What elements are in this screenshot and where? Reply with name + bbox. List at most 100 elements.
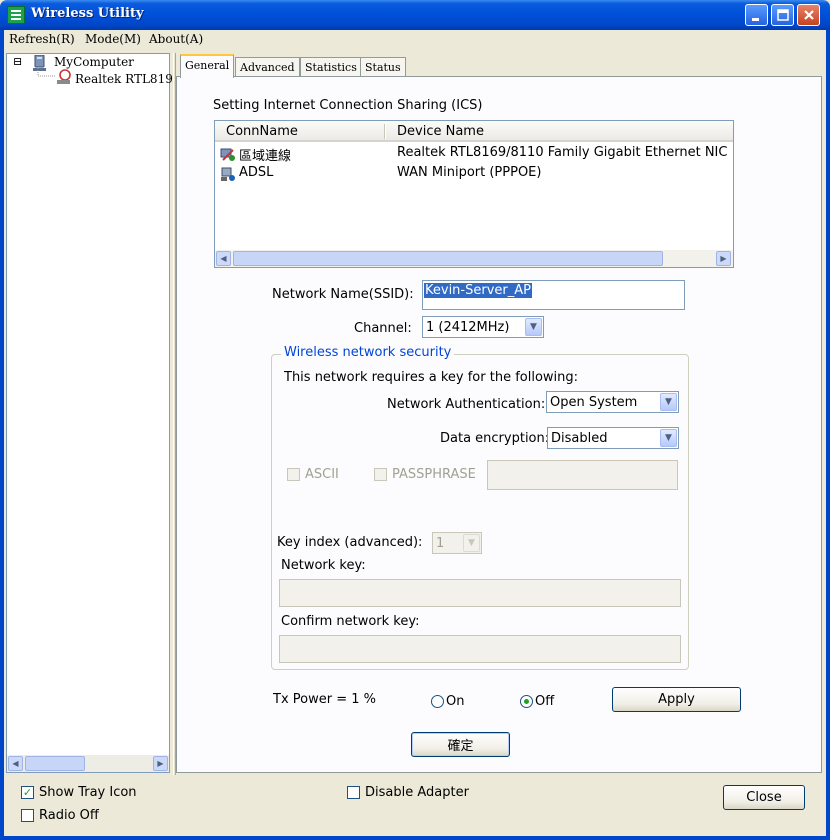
tree-item-realtek[interactable]: Realtek RTL819 <box>75 72 173 86</box>
power-on-label: On <box>446 694 465 709</box>
checkbox-box <box>347 786 360 799</box>
general-panel: Setting Internet Connection Sharing (ICS… <box>176 76 822 773</box>
window-frame-right <box>826 30 830 840</box>
confirm-key-label: Confirm network key: <box>281 614 420 629</box>
channel-value: 1 (2412MHz) <box>426 320 510 335</box>
maximize-button[interactable] <box>771 4 794 26</box>
ok-button[interactable]: 確定 <box>411 732 510 757</box>
tree-expander[interactable]: ⊟ <box>13 55 22 68</box>
maximize-icon <box>776 9 789 21</box>
show-tray-icon-label: Show Tray Icon <box>39 785 137 800</box>
key-index-value: 1 <box>436 536 445 551</box>
close-icon <box>803 10 814 20</box>
radio-dot <box>431 695 444 708</box>
channel-label: Channel: <box>354 321 412 336</box>
key-index-select[interactable]: 1 ▼ <box>432 532 482 554</box>
network-key-label: Network key: <box>281 558 366 573</box>
minimize-button[interactable] <box>745 4 768 26</box>
security-group-title: Wireless network security <box>281 345 455 360</box>
tab-advanced[interactable]: Advanced <box>235 57 300 78</box>
scroll-thumb[interactable] <box>233 251 663 266</box>
ssid-input[interactable]: Kevin-Server_AP <box>422 280 685 310</box>
chevron-down-icon[interactable]: ▼ <box>660 429 677 447</box>
tree-item-mycomputer[interactable]: MyComputer <box>54 55 134 69</box>
ascii-label: ASCII <box>305 467 339 482</box>
ics-row-device: WAN Miniport (PPPOE) <box>397 165 542 180</box>
tree-connector <box>37 68 55 77</box>
passphrase-checkbox[interactable]: PASSPHRASE <box>374 467 476 482</box>
column-connname[interactable]: ConnName <box>226 124 298 139</box>
chevron-down-icon[interactable]: ▼ <box>660 393 677 411</box>
scroll-right-arrow[interactable]: ▶ <box>716 251 731 266</box>
channel-select[interactable]: 1 (2412MHz) ▼ <box>422 316 544 338</box>
ics-list-header: ConnName Device Name <box>215 121 733 142</box>
show-tray-icon-checkbox[interactable]: ✓ Show Tray Icon <box>21 785 137 800</box>
auth-label: Network Authentication: <box>387 397 546 412</box>
radio-dot <box>520 695 533 708</box>
check-icon: ✓ <box>22 786 33 799</box>
scroll-thumb[interactable] <box>25 756 85 771</box>
key-index-label: Key index (advanced): <box>277 535 423 550</box>
ics-title: Setting Internet Connection Sharing (ICS… <box>213 98 483 113</box>
passphrase-input[interactable] <box>487 460 678 490</box>
close-button[interactable]: Close <box>723 785 805 810</box>
app-icon <box>7 6 25 24</box>
window-frame-left <box>0 30 4 840</box>
ics-row[interactable]: ADSL WAN Miniport (PPPOE) <box>217 164 733 184</box>
minimize-icon <box>752 17 759 21</box>
chevron-down-icon[interactable]: ▼ <box>463 534 480 552</box>
disable-adapter-checkbox[interactable]: Disable Adapter <box>347 785 469 800</box>
ascii-checkbox[interactable]: ASCII <box>287 467 339 482</box>
lan-connection-icon <box>220 148 235 161</box>
tab-status[interactable]: Status <box>360 57 406 78</box>
dialup-connection-icon <box>221 167 235 181</box>
confirm-key-input[interactable] <box>279 635 681 663</box>
ssid-label: Network Name(SSID): <box>272 287 414 302</box>
checkbox-box <box>374 468 387 481</box>
window-title: Wireless Utility <box>31 6 144 21</box>
wireless-utility-window: Wireless Utility Refresh(R) Mode(M) Abou… <box>0 0 830 840</box>
menu-about[interactable]: About(A) <box>149 32 203 46</box>
checkbox-box <box>287 468 300 481</box>
tree-horizontal-scrollbar[interactable]: ◀ ▶ <box>7 755 169 772</box>
tab-statistics[interactable]: Statistics <box>300 57 362 78</box>
ics-list[interactable]: ConnName Device Name 區域連線 Realtek RTL816… <box>214 120 734 268</box>
scroll-right-arrow[interactable]: ▶ <box>153 756 168 771</box>
menu-refresh[interactable]: Refresh(R) <box>9 32 75 46</box>
ics-row[interactable]: 區域連線 Realtek RTL8169/8110 Family Gigabit… <box>217 144 733 164</box>
encryption-label: Data encryption: <box>440 431 550 446</box>
radio-off-label: Radio Off <box>39 808 99 823</box>
chevron-down-icon[interactable]: ▼ <box>525 318 542 336</box>
auth-value: Open System <box>550 395 638 410</box>
power-off-label: Off <box>535 694 555 709</box>
menu-bar: Refresh(R) Mode(M) About(A) <box>4 30 826 50</box>
device-tree[interactable]: ⊟ MyComputer Realtek RTL819 ◀ ▶ <box>6 53 173 773</box>
ics-row-device: Realtek RTL8169/8110 Family Gigabit Ethe… <box>397 145 728 160</box>
auth-select[interactable]: Open System ▼ <box>546 391 679 413</box>
power-off-radio[interactable]: Off <box>520 694 554 709</box>
ics-row-name: 區域連線 <box>239 149 292 164</box>
power-on-radio[interactable]: On <box>431 694 464 709</box>
network-key-input[interactable] <box>279 579 681 607</box>
window-frame-bottom <box>0 836 830 840</box>
encryption-select[interactable]: Disabled ▼ <box>547 427 679 449</box>
ics-horizontal-scrollbar[interactable]: ◀ ▶ <box>215 250 733 267</box>
column-device-name[interactable]: Device Name <box>397 124 484 139</box>
apply-button[interactable]: Apply <box>612 687 741 712</box>
radio-off-checkbox[interactable]: Radio Off <box>21 808 99 823</box>
scroll-left-arrow[interactable]: ◀ <box>8 756 23 771</box>
disable-adapter-label: Disable Adapter <box>365 785 469 800</box>
scroll-left-arrow[interactable]: ◀ <box>216 251 231 266</box>
checkbox-box <box>21 809 34 822</box>
title-bar[interactable]: Wireless Utility <box>0 0 830 30</box>
close-window-button[interactable] <box>797 4 820 26</box>
requires-key-text: This network requires a key for the foll… <box>284 370 579 385</box>
tx-power-label: Tx Power = 1 % <box>273 692 376 707</box>
checkbox-box: ✓ <box>21 786 34 799</box>
tab-general[interactable]: General <box>180 54 235 78</box>
encryption-value: Disabled <box>551 431 608 446</box>
ssid-value: Kevin-Server_AP <box>424 283 532 298</box>
menu-mode[interactable]: Mode(M) <box>85 32 141 46</box>
passphrase-label: PASSPHRASE <box>392 467 476 482</box>
wireless-adapter-icon <box>57 69 71 84</box>
